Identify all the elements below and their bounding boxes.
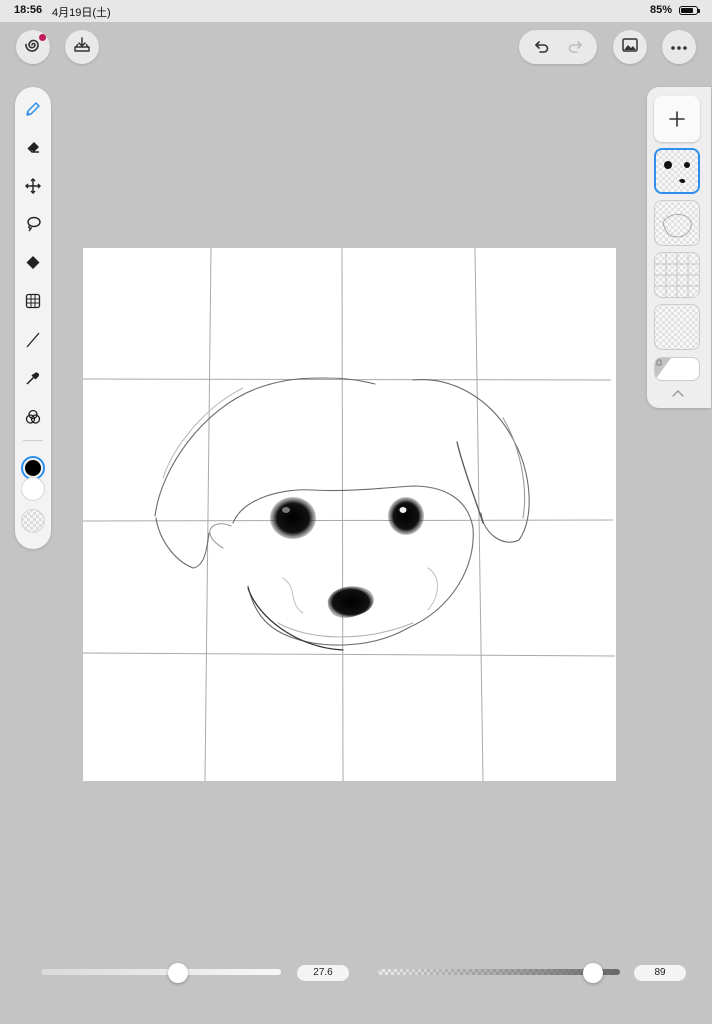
brush-size-slider[interactable] — [41, 969, 281, 975]
left-eye — [270, 497, 316, 539]
image-icon — [621, 36, 639, 59]
paper-layer-thumbnail[interactable] — [654, 357, 700, 381]
layer-thumbnail-grid[interactable] — [654, 252, 700, 298]
toolbar-divider — [23, 440, 43, 441]
eraser-icon — [27, 142, 39, 153]
grid-guide-lines — [82, 247, 616, 782]
move-arrows-icon — [25, 178, 41, 194]
color-mix-icon — [25, 409, 41, 424]
opacity-value[interactable]: 89 — [634, 965, 686, 981]
layers-panel — [647, 87, 711, 408]
status-date: 4月19日(土) — [52, 7, 111, 19]
brush-size-value[interactable]: 27.6 — [297, 965, 349, 981]
notification-dot — [39, 34, 46, 41]
eraser-tool-button[interactable] — [21, 135, 45, 159]
line-icon — [26, 332, 40, 348]
more-button[interactable] — [662, 30, 696, 64]
blend-tool-button[interactable] — [21, 405, 45, 429]
line-tool-button[interactable] — [21, 328, 45, 352]
canvas-drawing — [82, 247, 616, 782]
brush-size-slider-knob[interactable] — [167, 963, 188, 983]
undo-redo-group — [519, 30, 597, 64]
status-bar: 18:56 4月19日(土) 85% — [0, 0, 712, 22]
right-eye — [388, 497, 424, 535]
redo-arrow-icon — [568, 41, 582, 53]
chevron-up-icon — [672, 390, 684, 397]
status-time: 18:56 — [14, 4, 43, 16]
redo-button[interactable] — [562, 34, 588, 60]
eyedropper-icon — [26, 372, 39, 385]
transparent-color-swatch[interactable] — [21, 509, 45, 533]
pen-icon — [26, 102, 40, 116]
primary-color-fill — [25, 460, 41, 476]
undo-button[interactable] — [529, 34, 555, 60]
transform-grid-tool-button[interactable] — [21, 289, 45, 313]
fill-tool-button[interactable] — [21, 251, 45, 275]
add-layer-button[interactable] — [654, 96, 700, 142]
tray-download-icon — [72, 35, 92, 60]
lasso-icon — [27, 216, 41, 232]
layer-thumbnail-eyes-nose[interactable] — [654, 148, 700, 194]
eyedropper-tool-button[interactable] — [21, 366, 45, 390]
ellipsis-icon — [670, 38, 688, 56]
pen-tool-button[interactable] — [21, 97, 45, 121]
tool-palette — [15, 87, 51, 549]
opacity-slider-knob[interactable] — [583, 963, 604, 983]
battery-icon — [679, 6, 700, 15]
battery-percentage: 85% — [649, 4, 672, 16]
paint-bucket-icon — [26, 256, 40, 269]
grid-transform-icon — [25, 293, 41, 309]
layer-thumbnail-empty[interactable] — [654, 304, 700, 350]
lasso-tool-button[interactable] — [21, 212, 45, 236]
dog-nose — [327, 586, 374, 618]
collapse-layers-button[interactable] — [671, 386, 685, 404]
move-tool-button[interactable] — [21, 174, 45, 198]
gallery-button[interactable] — [16, 30, 50, 64]
reference-image-button[interactable] — [613, 30, 647, 64]
secondary-color-swatch[interactable] — [21, 477, 45, 501]
undo-arrow-icon — [534, 41, 548, 53]
drawing-canvas[interactable] — [82, 247, 616, 782]
import-button[interactable] — [65, 30, 99, 64]
plus-icon — [669, 111, 685, 127]
layer-thumbnail-sketch[interactable] — [654, 200, 700, 246]
